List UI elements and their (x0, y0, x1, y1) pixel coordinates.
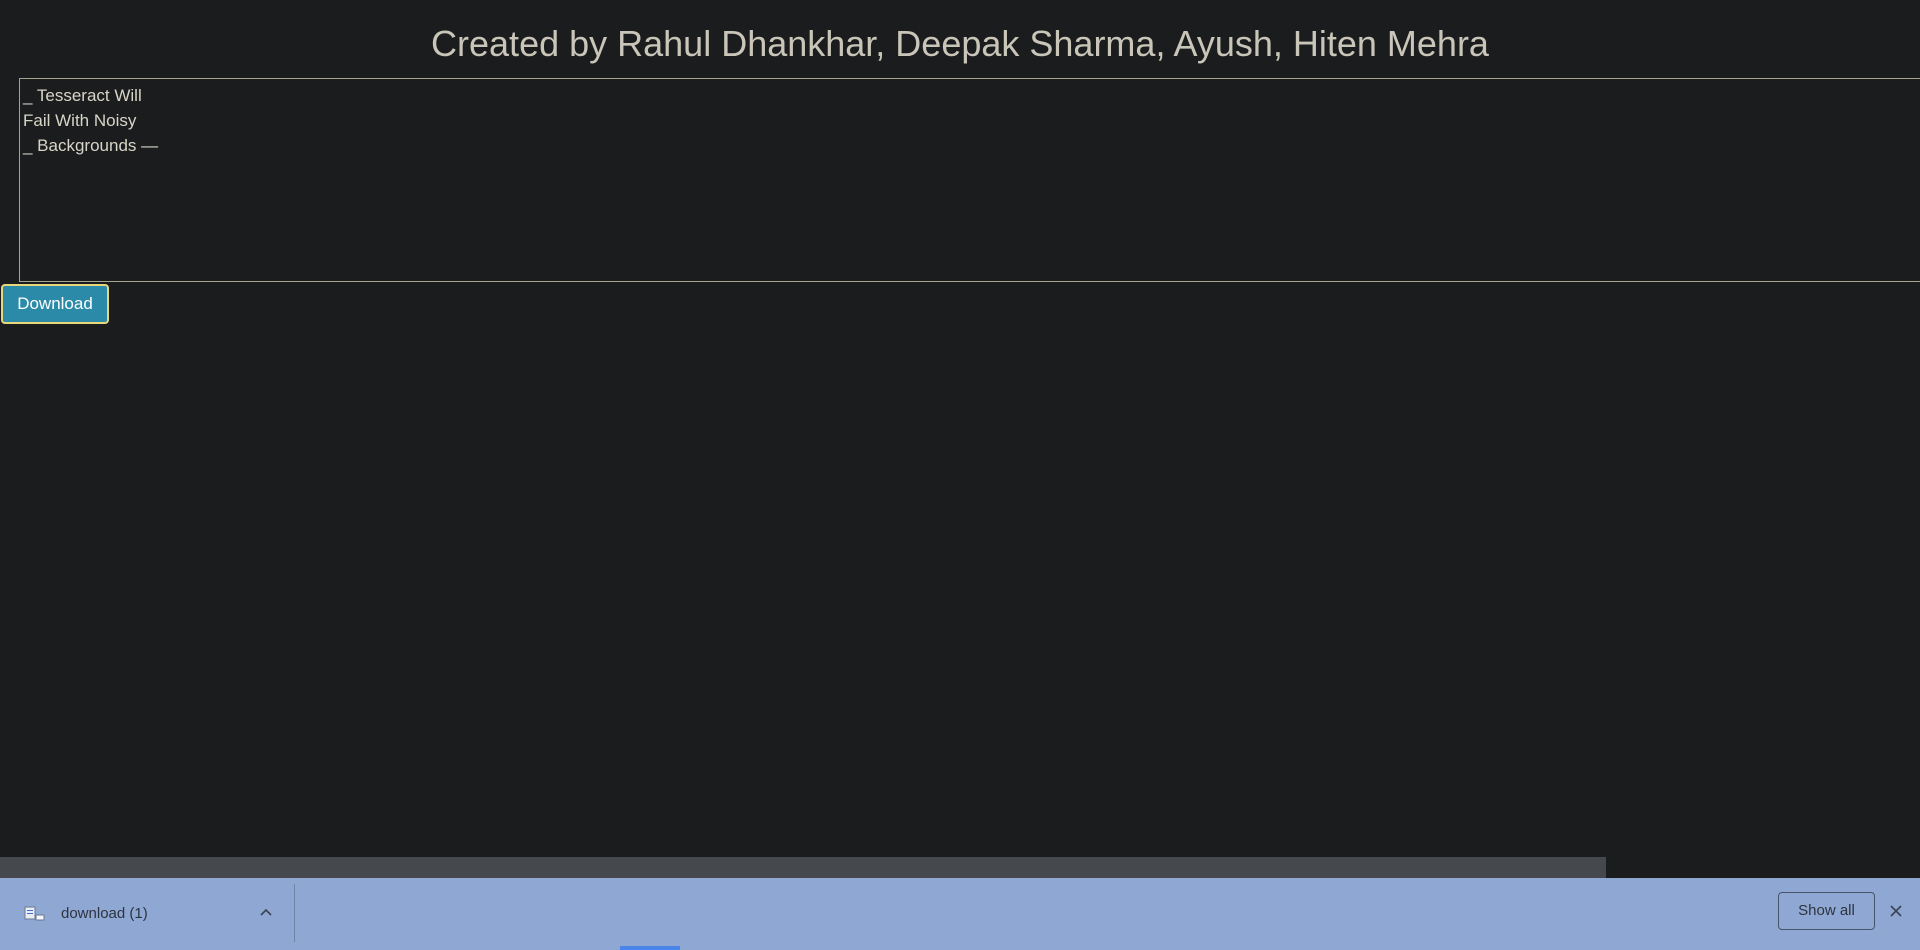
scrollbar-thumb[interactable] (0, 857, 1606, 878)
chevron-up-icon[interactable] (257, 904, 275, 922)
show-all-button[interactable]: Show all (1778, 892, 1875, 930)
page: Created by Rahul Dhankhar, Deepak Sharma… (0, 0, 1920, 950)
ocr-output-textarea[interactable]: _ Tesseract Will Fail With Noisy _ Backg… (19, 78, 1920, 282)
download-button[interactable]: Download (1, 284, 109, 324)
file-icon (24, 906, 46, 922)
horizontal-scrollbar[interactable] (0, 857, 1920, 878)
download-file-name: download (1) (61, 905, 148, 922)
close-icon[interactable] (1887, 902, 1905, 920)
download-shelf: download (1) Show all (0, 878, 1920, 950)
page-title: Created by Rahul Dhankhar, Deepak Sharma… (431, 23, 1489, 64)
shelf-divider (294, 884, 295, 942)
taskbar-indicator (620, 946, 680, 950)
download-item[interactable]: download (1) (0, 878, 294, 950)
